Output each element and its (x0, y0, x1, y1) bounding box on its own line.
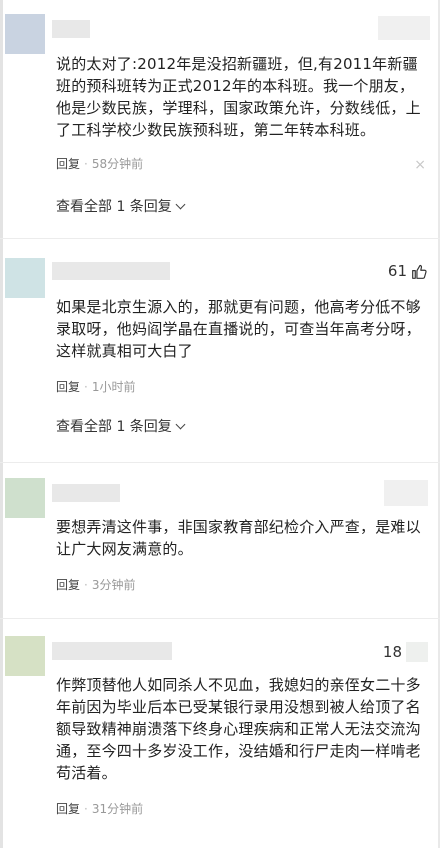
comment-time: 31分钟前 (91, 802, 144, 816)
avatar[interactable] (5, 636, 45, 676)
like-button[interactable]: 61 (388, 262, 428, 280)
reply-button[interactable]: 回复 (56, 380, 80, 394)
blurred-region (378, 16, 430, 40)
username-blurred[interactable] (52, 484, 120, 502)
comment-meta: 回复 · 58分钟前 (56, 157, 144, 171)
comment-meta: 回复 · 1小时前 (56, 380, 136, 394)
reply-button[interactable]: 回复 (56, 578, 80, 592)
comment-text: 如果是北京生源入的，那就更有问题，他高考分低不够录取呀，他妈阎学晶在直播说的，可… (56, 298, 421, 360)
like-count: 61 (387, 262, 407, 280)
blurred-region (384, 480, 428, 506)
blurred-region (406, 642, 428, 662)
reply-button[interactable]: 回复 (56, 157, 80, 171)
username-blurred[interactable] (52, 642, 172, 660)
avatar[interactable] (5, 258, 45, 298)
username-blurred[interactable] (52, 20, 90, 38)
divider (0, 462, 440, 463)
thumbs-up-icon (412, 264, 427, 279)
divider (0, 618, 440, 619)
avatar[interactable] (5, 478, 45, 518)
window-left-edge (0, 0, 3, 848)
comment-text: 说的太对了:2012年是没招新疆班，但,有2011年新疆班的预科班转为正式201… (56, 55, 421, 139)
comment-text: 要想弄清这件事，非国家教育部纪检介入严查，是难以让广大网友满意的。 (56, 518, 421, 558)
divider (0, 238, 440, 239)
view-all-replies-link[interactable]: 查看全部 1 条回复 (56, 196, 186, 216)
comment-time: 1小时前 (91, 380, 136, 394)
avatar[interactable] (5, 14, 45, 54)
close-icon[interactable]: × (414, 157, 426, 173)
chevron-down-icon (175, 419, 186, 430)
comment-meta: 回复 · 31分钟前 (56, 802, 144, 816)
comment-time: 58分钟前 (91, 157, 144, 171)
like-count-area[interactable]: 18 (383, 642, 428, 662)
reply-button[interactable]: 回复 (56, 802, 80, 816)
username-blurred[interactable] (52, 262, 170, 280)
view-all-replies-link[interactable]: 查看全部 1 条回复 (56, 416, 186, 436)
comment-text: 作弊顶替他人如同杀人不见血，我媳妇的亲侄女二十多年前因为毕业后本已受某银行录用没… (56, 676, 421, 782)
like-count: 18 (382, 643, 402, 661)
comment-meta: 回复 · 3分钟前 (56, 578, 136, 592)
chevron-down-icon (175, 199, 186, 210)
comment-time: 3分钟前 (91, 578, 136, 592)
